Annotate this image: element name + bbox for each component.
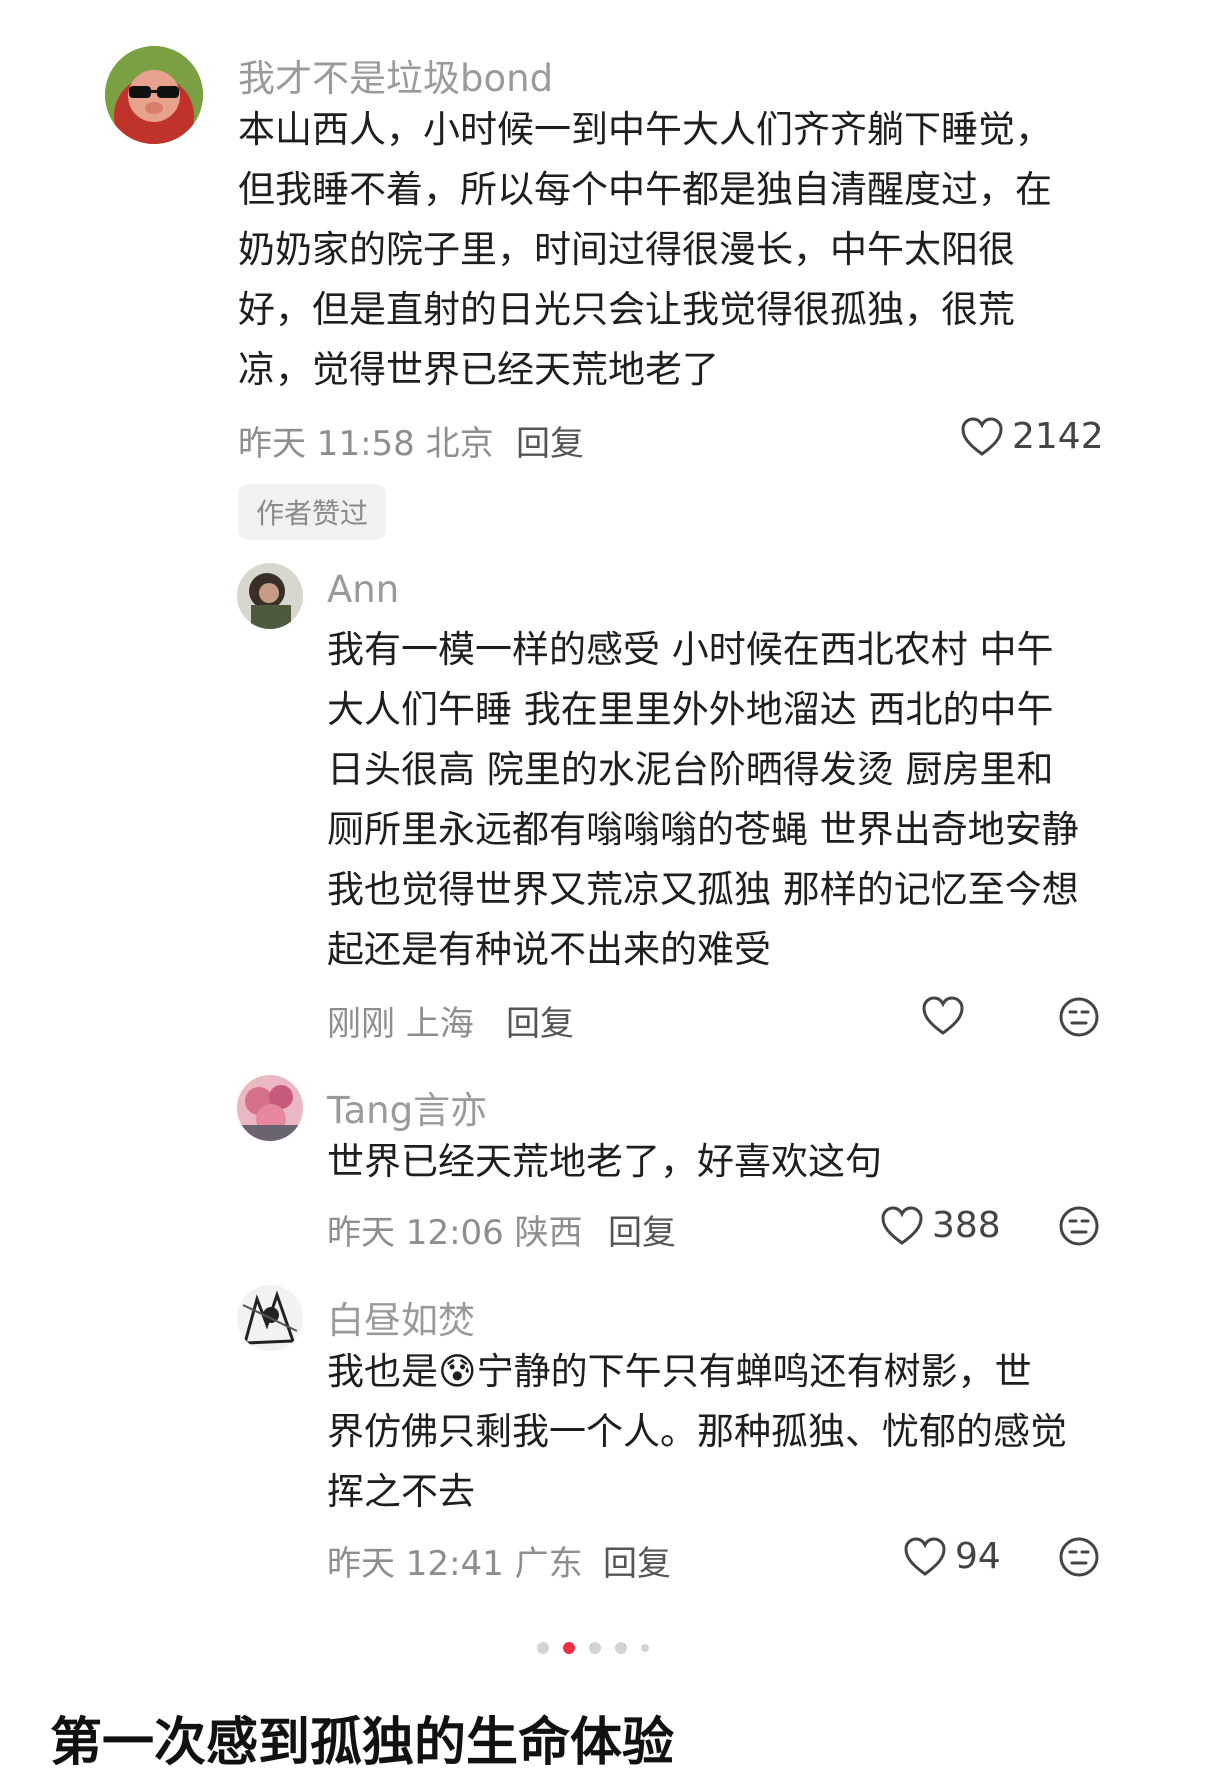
page-dot[interactable] <box>615 1642 627 1654</box>
page-dot[interactable] <box>641 1644 649 1652</box>
comment-meta: 昨天 12:41 广东 <box>327 1544 583 1584</box>
avatar-image <box>237 1285 303 1351</box>
like-count: 94 <box>955 1536 1001 1577</box>
page-dot[interactable] <box>537 1642 549 1654</box>
comment-line: 奶奶家的院子里，时间过得很漫长，中午太阳很 <box>238 228 1015 271</box>
avatar-image <box>237 1075 303 1141</box>
avatar-image <box>237 563 303 629</box>
comment-line: 起还是有种说不出来的难受 <box>327 928 771 971</box>
comment-meta: 刚刚 上海 <box>327 1004 474 1044</box>
comment-line: 凉，觉得世界已经天荒地老了 <box>238 348 719 391</box>
avatar-image <box>105 46 203 144</box>
comment-meta: 昨天 12:06 陕西 <box>327 1213 583 1253</box>
like-button[interactable]: 2142 <box>960 416 1104 457</box>
meh-face-icon[interactable] <box>1058 996 1100 1038</box>
username[interactable]: 我才不是垃圾bond <box>238 48 553 102</box>
avatar[interactable] <box>237 1075 303 1141</box>
comment-line: 我也是😰宁静的下午只有蝉鸣还有树影，世 <box>327 1350 1032 1393</box>
comment-line: 我有一模一样的感受 小时候在西北农村 中午 <box>327 628 1054 671</box>
like-button[interactable]: 388 <box>880 1205 1001 1246</box>
pagination-dots <box>537 1642 649 1654</box>
like-count: 2142 <box>1012 416 1104 457</box>
comment-line: 我也觉得世界又荒凉又孤独 那样的记忆至今想 <box>327 868 1079 911</box>
like-button[interactable]: 94 <box>903 1536 1001 1577</box>
comment-meta: 昨天 11:58 北京 <box>238 424 494 464</box>
username[interactable]: 白昼如焚 <box>327 1290 475 1344</box>
like-button[interactable] <box>921 996 965 1036</box>
like-count: 388 <box>932 1205 1001 1246</box>
comment-line: 大人们午睡 我在里里外外地溜达 西北的中午 <box>327 688 1054 731</box>
avatar[interactable] <box>237 563 303 629</box>
heart-outline-icon <box>881 1205 923 1245</box>
reply-button[interactable]: 回复 <box>506 996 574 1045</box>
page-dot[interactable] <box>589 1642 601 1654</box>
page-caption: 第一次感到孤独的生命体验 <box>50 1713 675 1773</box>
username[interactable]: Tang言亦 <box>327 1080 487 1134</box>
comment-line: 本山西人，小时候一到中午大人们齐齐躺下睡觉， <box>238 108 1052 151</box>
reply-button[interactable]: 回复 <box>516 416 584 465</box>
comment-text: 我也是😰宁静的下午只有蝉鸣还有树影，世 界仿佛只剩我一个人。那种孤独、忧郁的感觉… <box>327 1342 1107 1522</box>
comment-text: 我有一模一样的感受 小时候在西北农村 中午 大人们午睡 我在里里外外地溜达 西北… <box>327 620 1107 980</box>
comment-line: 世界已经天荒地老了，好喜欢这句 <box>327 1140 882 1183</box>
meh-face-icon[interactable] <box>1058 1205 1100 1247</box>
heart-outline-icon <box>961 416 1003 456</box>
heart-outline-icon <box>904 1536 946 1576</box>
meh-face-icon[interactable] <box>1058 1536 1100 1578</box>
comment-line: 界仿佛只剩我一个人。那种孤独、忧郁的感觉 <box>327 1410 1067 1453</box>
username[interactable]: Ann <box>327 568 399 611</box>
page-dot-active[interactable] <box>563 1642 575 1654</box>
comment-line: 但我睡不着，所以每个中午都是独自清醒度过，在 <box>238 168 1052 211</box>
avatar[interactable] <box>105 46 203 144</box>
heart-outline-icon <box>922 996 964 1035</box>
avatar[interactable] <box>237 1285 303 1351</box>
comment-line: 日头很高 院里的水泥台阶晒得发烫 厨房里和 <box>327 748 1054 791</box>
reply-button[interactable]: 回复 <box>608 1205 676 1254</box>
comment-text: 本山西人，小时候一到中午大人们齐齐躺下睡觉， 但我睡不着，所以每个中午都是独自清… <box>238 100 1098 400</box>
comment-line: 好，但是直射的日光只会让我觉得很孤独，很荒 <box>238 288 1015 331</box>
author-liked-badge: 作者赞过 <box>238 484 387 540</box>
comment-line: 厕所里永远都有嗡嗡嗡的苍蝇 世界出奇地安静 <box>327 808 1079 851</box>
comment-text: 世界已经天荒地老了，好喜欢这句 <box>327 1132 1107 1192</box>
comment-line: 挥之不去 <box>327 1470 475 1513</box>
reply-button[interactable]: 回复 <box>603 1536 671 1585</box>
